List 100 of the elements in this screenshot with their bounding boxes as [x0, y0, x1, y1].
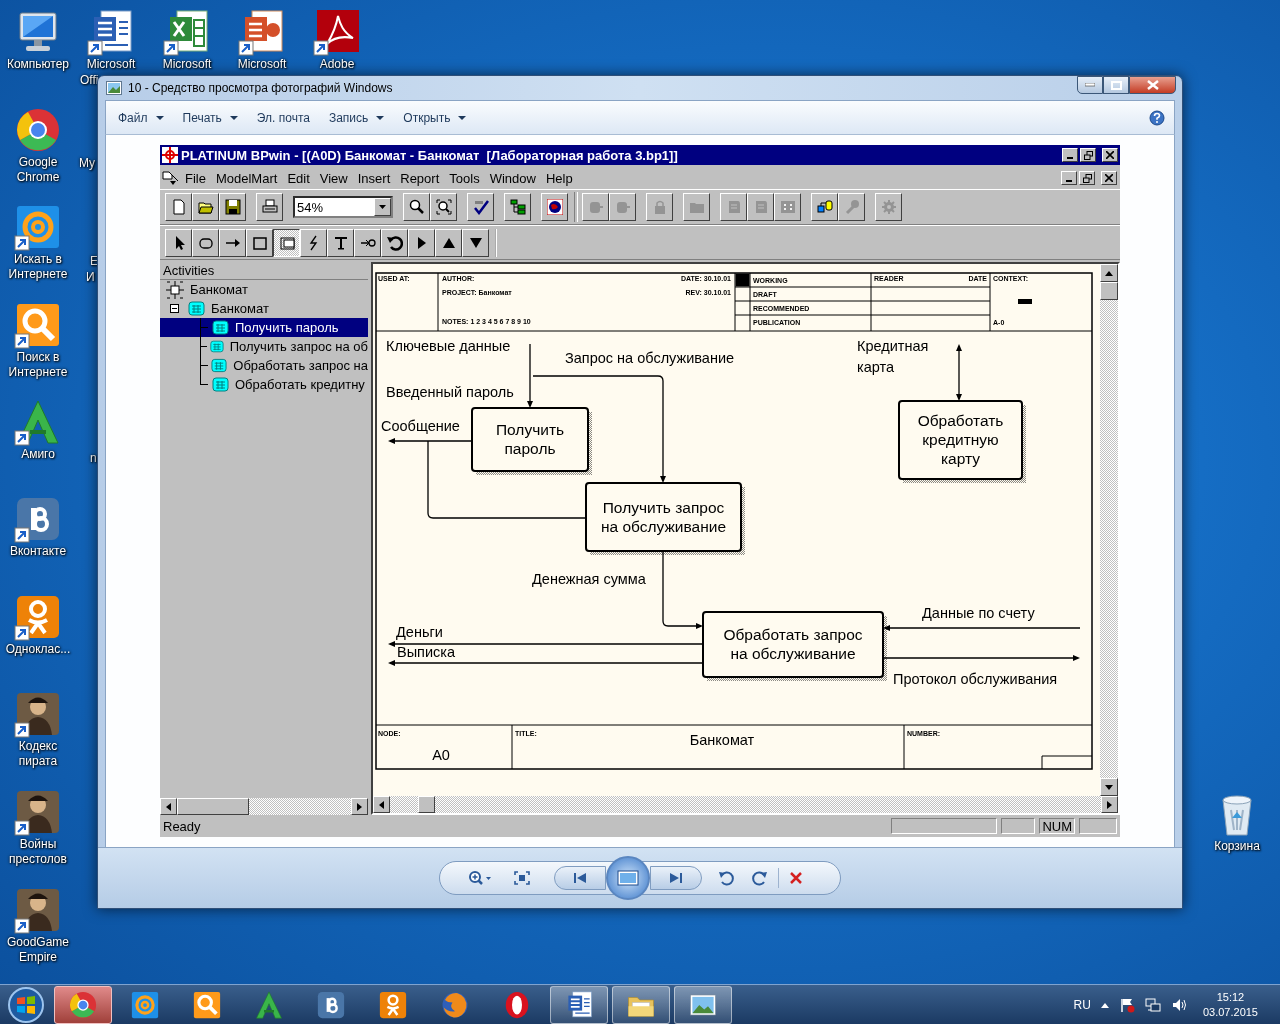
scroll-right-button[interactable] [351, 798, 368, 815]
triangle-icon[interactable] [14, 398, 62, 446]
icon-label[interactable]: Войны престолов [4, 837, 72, 867]
clock-time[interactable]: 15:12 [1216, 989, 1245, 1005]
icon-label[interactable]: Искать в Интернете [4, 252, 72, 282]
scroll-right-button[interactable] [1101, 796, 1118, 813]
caret-icon[interactable] [1100, 1001, 1109, 1008]
toolbar-button[interactable] [541, 193, 568, 221]
icon-label[interactable]: Offi [80, 73, 99, 87]
magnifier-icon[interactable] [14, 301, 62, 349]
tree-item[interactable]: Банкомат [160, 280, 368, 299]
figure-icon[interactable] [14, 593, 62, 641]
icon-label[interactable]: My [79, 156, 95, 170]
toolbar-button[interactable] [811, 193, 838, 221]
activity-label: Получить пароль [495, 421, 565, 457]
icon-label[interactable]: Поиск в Интернете [4, 350, 72, 380]
menu-item[interactable]: ModelMart [210, 170, 283, 186]
tree-item[interactable]: Обработать запрос на [160, 356, 368, 375]
spreadsheet-icon[interactable] [163, 8, 211, 56]
icon-label[interactable]: Компьютер [6, 57, 70, 72]
menu-item[interactable]: Печать [182, 110, 238, 125]
close-icon [1106, 151, 1114, 159]
scrollbar-thumb[interactable] [177, 798, 249, 815]
next-button[interactable] [650, 866, 702, 890]
maximize-button[interactable] [1103, 76, 1129, 94]
chrome-icon[interactable] [14, 106, 62, 154]
previous-button[interactable] [554, 866, 606, 890]
horizontal-scrollbar[interactable] [373, 796, 1118, 813]
activity-box[interactable] [702, 611, 884, 678]
help-icon[interactable] [1149, 109, 1165, 126]
toolbar-button[interactable] [467, 193, 494, 221]
icon-label[interactable]: n [90, 451, 97, 465]
menu-item[interactable]: Tools [444, 170, 485, 186]
horizontal-scrollbar[interactable] [160, 798, 368, 815]
menu-item[interactable]: Window [484, 170, 541, 186]
network-icon[interactable] [1144, 996, 1161, 1013]
slideshow-button[interactable] [606, 856, 650, 900]
tree-item[interactable]: Банкомат [160, 299, 368, 318]
figure-icon[interactable] [14, 788, 62, 836]
icon-label[interactable]: Амиго [21, 447, 55, 462]
figure-icon[interactable] [14, 690, 62, 738]
clock-date[interactable]: 03.07.2015 [1202, 1004, 1258, 1020]
scrollbar-thumb[interactable] [418, 796, 435, 813]
scrollbar-thumb[interactable] [1100, 282, 1118, 300]
icon-label[interactable]: Кодекс пирата [4, 739, 72, 769]
toolbar-button[interactable] [256, 193, 283, 221]
minimize-button[interactable] [1077, 76, 1103, 94]
zoom-dropdown[interactable]: 54% [293, 196, 393, 218]
tool-button[interactable] [273, 228, 300, 257]
icon-label[interactable]: Корзина [1214, 839, 1260, 854]
tree-item[interactable]: Обработать кредитну [160, 375, 368, 394]
icon-label[interactable]: И [86, 270, 95, 284]
toolbar-button[interactable] [403, 193, 430, 221]
menu-item[interactable]: Запись [328, 110, 385, 125]
language-indicator[interactable]: RU [1073, 997, 1091, 1012]
tree-item[interactable]: Получить запрос на об [160, 337, 368, 356]
document-icon[interactable] [87, 8, 135, 56]
menu-item[interactable]: File [180, 170, 211, 186]
toolbar-button[interactable] [192, 193, 219, 221]
scroll-up-button[interactable] [1100, 264, 1118, 282]
icon-label[interactable]: Adobe [319, 57, 355, 72]
scroll-left-button[interactable] [160, 798, 177, 815]
collapse-icon[interactable] [170, 304, 179, 313]
icon-label[interactable]: Microsoft [86, 57, 136, 72]
toolbar-button[interactable] [165, 193, 192, 221]
icon-label[interactable]: Одноклас... [5, 642, 71, 657]
icon-label[interactable]: Microsoft [162, 57, 212, 72]
toolbar-button[interactable] [219, 193, 246, 221]
vertical-scrollbar[interactable] [1100, 264, 1118, 796]
close-button[interactable] [1129, 76, 1176, 94]
menu-item[interactable]: Открыть [403, 110, 467, 125]
icon-label[interactable]: E [90, 254, 98, 268]
activity-box[interactable] [471, 407, 589, 472]
menu-item[interactable]: Insert [352, 170, 396, 186]
presentation-icon[interactable] [238, 8, 286, 56]
icon-label[interactable]: GoodGame Empire [4, 935, 72, 965]
menu-item[interactable]: Эл. почта [256, 110, 310, 125]
tree-item[interactable]: Получить пароль [160, 318, 368, 337]
menu-item[interactable]: Файл [118, 110, 164, 125]
restore-button[interactable] [1079, 171, 1095, 185]
tile-icon[interactable] [14, 495, 62, 543]
menu-item[interactable]: Edit [282, 170, 315, 186]
icon-label[interactable]: Google Chrome [4, 155, 72, 185]
restore-button[interactable] [1080, 148, 1096, 162]
icon-label[interactable]: Microsoft [237, 57, 287, 72]
icon-label[interactable]: Вконтакте [9, 544, 67, 559]
menu-item[interactable]: Report [395, 170, 445, 186]
flag-icon[interactable] [1118, 996, 1135, 1013]
ring-icon[interactable] [14, 203, 62, 251]
scroll-left-button[interactable] [373, 796, 390, 813]
start-button[interactable] [6, 985, 46, 1024]
menu-item[interactable]: View [314, 170, 353, 186]
toolbar-button[interactable] [504, 193, 531, 221]
figure-icon[interactable] [14, 886, 62, 934]
scroll-down-button[interactable] [1100, 778, 1118, 796]
pdf-icon[interactable] [313, 8, 361, 56]
activity-box[interactable] [585, 482, 742, 552]
activity-box[interactable] [898, 400, 1023, 480]
menu-item[interactable]: Help [540, 170, 578, 186]
toolbar-button[interactable] [430, 193, 457, 221]
